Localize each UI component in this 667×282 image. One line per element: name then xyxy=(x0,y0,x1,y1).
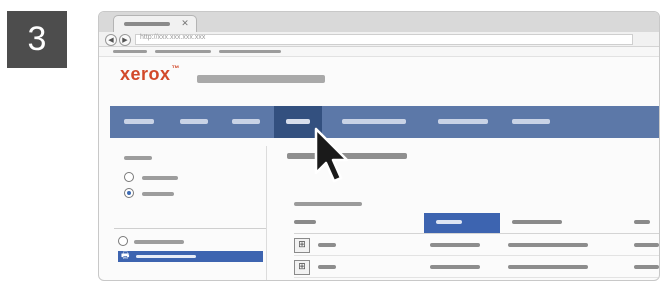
table-cell xyxy=(634,265,659,269)
table-cell xyxy=(318,243,336,247)
column-header-label xyxy=(512,220,562,224)
radio-option-1[interactable] xyxy=(124,172,134,182)
column-header[interactable] xyxy=(294,213,334,233)
nav-item-label xyxy=(512,119,550,124)
forward-icon[interactable]: ▶ xyxy=(119,34,131,46)
table-cell xyxy=(430,243,480,247)
column-header-label xyxy=(294,220,316,224)
sidebar-heading xyxy=(124,156,152,160)
nav-item-label xyxy=(232,119,260,124)
bookmarks-bar xyxy=(99,47,659,57)
column-header[interactable] xyxy=(634,213,659,233)
main-navbar xyxy=(110,106,659,138)
nav-item-label xyxy=(342,119,406,124)
table-cell xyxy=(634,243,659,247)
nav-item-2[interactable] xyxy=(172,106,218,138)
selected-printer-item[interactable]: 🖶 xyxy=(118,251,263,262)
radio-option-1-label xyxy=(142,176,178,180)
back-icon[interactable]: ◀ xyxy=(105,34,117,46)
table-cell xyxy=(318,265,336,269)
nav-item-7[interactable] xyxy=(506,106,558,138)
column-header[interactable] xyxy=(508,213,588,233)
printer-item-label xyxy=(136,255,196,258)
printer-icon: 🖶 xyxy=(121,251,130,261)
table-row[interactable]: ⊞ xyxy=(294,235,659,256)
device-icon: ⊞ xyxy=(294,260,310,275)
device-icon: ⊞ xyxy=(294,238,310,253)
browser-tab-title xyxy=(124,22,170,26)
table-cell xyxy=(430,265,480,269)
table-header xyxy=(294,213,659,234)
logo-trademark: ™ xyxy=(171,64,181,73)
section-heading xyxy=(294,202,362,206)
table-cell xyxy=(508,243,588,247)
bookmark-item[interactable] xyxy=(155,50,211,53)
radio-option-2-label xyxy=(142,192,174,196)
bookmark-item[interactable] xyxy=(219,50,281,53)
browser-tab[interactable]: ✕ xyxy=(113,15,197,33)
browser-tab-strip: ✕ xyxy=(99,12,659,33)
nav-item-label xyxy=(180,119,208,124)
radio-option-3-label xyxy=(134,240,184,244)
nav-item-1[interactable] xyxy=(118,106,164,138)
close-icon[interactable]: ✕ xyxy=(180,19,190,29)
nav-item-label xyxy=(438,119,488,124)
bookmark-item[interactable] xyxy=(113,50,147,53)
browser-illustration: ✕ ◀ ▶ http://xxx.xxx.xxx.xxx xerox™ 🖶 ⊞ … xyxy=(98,11,660,281)
instruction-step: 3 ✕ ◀ ▶ http://xxx.xxx.xxx.xxx xerox™ 🖶 … xyxy=(0,0,667,282)
page-header-title xyxy=(197,75,325,83)
table-row[interactable]: ⊞ xyxy=(294,257,659,278)
nav-item-6[interactable] xyxy=(432,106,494,138)
column-header-label xyxy=(634,220,650,224)
address-bar-url: http://xxx.xxx.xxx.xxx xyxy=(140,34,206,41)
column-header-sorted[interactable] xyxy=(424,213,500,233)
logo-text: xerox xyxy=(120,64,171,84)
nav-item-label xyxy=(124,119,154,124)
radio-option-3[interactable] xyxy=(118,236,128,246)
table-cell xyxy=(508,265,588,269)
nav-item-3[interactable] xyxy=(226,106,268,138)
step-number-badge: 3 xyxy=(7,11,67,68)
sidebar-divider xyxy=(114,228,266,229)
left-sidebar: 🖶 xyxy=(110,146,267,280)
column-header-label xyxy=(436,220,462,224)
browser-address-row: ◀ ▶ http://xxx.xxx.xxx.xxx xyxy=(99,32,659,47)
address-bar[interactable]: http://xxx.xxx.xxx.xxx xyxy=(135,34,633,45)
nav-item-label xyxy=(286,119,310,124)
xerox-logo: xerox™ xyxy=(120,64,180,85)
mouse-pointer-icon xyxy=(314,127,349,183)
radio-option-2[interactable] xyxy=(124,188,134,198)
